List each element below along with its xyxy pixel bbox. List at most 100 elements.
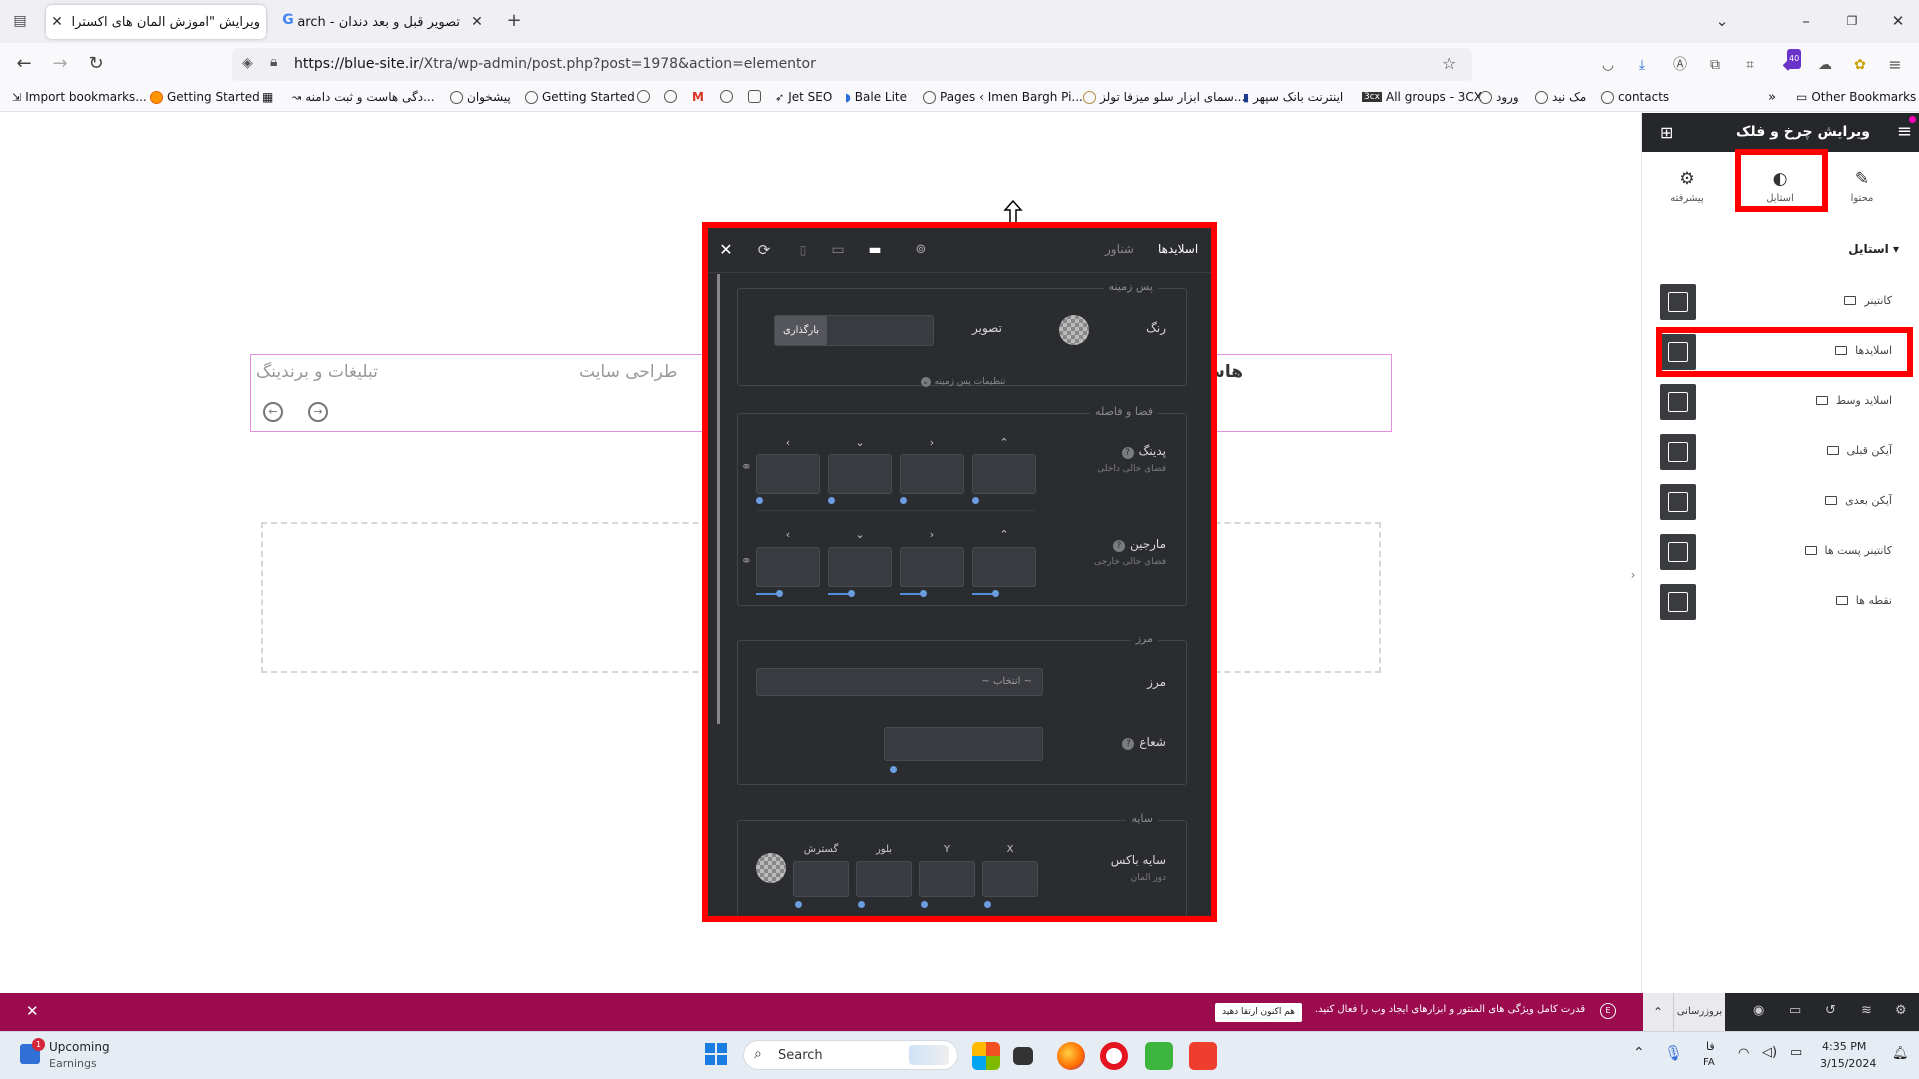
bookmark-contacts[interactable]: contacts [1601, 90, 1669, 104]
edit-style-button[interactable] [1660, 484, 1696, 520]
bookmark-jet-seo[interactable]: ➶ Jet SEO [775, 90, 832, 104]
slider-knob[interactable] [848, 590, 855, 597]
margin-left-slider[interactable] [756, 590, 783, 597]
edit-style-button[interactable] [1660, 384, 1696, 420]
bookmark-calendar[interactable]: ▦ [262, 90, 273, 104]
navigator-layers-icon[interactable]: ≋ [1861, 1003, 1872, 1018]
bookmark-globe-2[interactable] [664, 90, 677, 103]
close-tab-icon[interactable]: ✕ [46, 14, 68, 30]
new-tab-icon[interactable]: + [502, 10, 526, 34]
upload-button[interactable]: بارگذاری [775, 316, 827, 345]
color-picker[interactable] [1059, 315, 1089, 345]
slider-knob[interactable] [992, 590, 999, 597]
tab-google-search[interactable]: G تصویر قبل و بعد دندان - Search ✕ [278, 5, 488, 39]
url-text[interactable]: https://blue-site.ir/Xtra/wp-admin/post.… [294, 56, 816, 72]
bookmark-pages[interactable]: Pages ‹ Imen Bargh Pi... [923, 90, 1083, 104]
account-icon[interactable]: Ⓐ [1670, 55, 1690, 75]
shadow-color-picker[interactable] [756, 853, 786, 883]
minimize-icon[interactable]: – [1794, 10, 1818, 34]
tab-slides[interactable]: اسلایدها [1158, 242, 1198, 256]
more-bookmarks-chevron-icon[interactable]: » [1768, 90, 1776, 105]
border-style-select[interactable]: ~ انتخاب ~ [756, 668, 1043, 696]
tab-advanced[interactable]: ⚙ پیشرفته [1650, 163, 1724, 223]
background-settings-toggle[interactable]: ⌄ تنظیمات پس زمینه [738, 377, 1188, 387]
slider-knob[interactable] [828, 497, 835, 504]
bookmark-mac[interactable]: مک نید [1535, 90, 1586, 104]
bookmark-gmail[interactable]: M [692, 90, 704, 104]
bookmark-getting-started[interactable]: Getting Started [150, 90, 260, 104]
link-icon[interactable]: ⚭ [741, 460, 752, 475]
addon-icon[interactable]: ✿ [1850, 55, 1870, 75]
chevron-up-icon[interactable]: ⌃ [1643, 993, 1673, 1031]
scrollbar[interactable] [717, 274, 720, 724]
style-section-toggle[interactable]: استایل ▾ [1848, 242, 1899, 256]
tab-content[interactable]: ✎ محتوا [1825, 163, 1899, 223]
bookmark-globe-1[interactable] [637, 90, 650, 103]
wifi-icon[interactable]: ◠ [1738, 1046, 1749, 1061]
bookmark-bale-lite[interactable]: ◗ Bale Lite [845, 90, 907, 104]
hamburger-menu-icon[interactable]: ≡ [1897, 121, 1912, 142]
back-icon[interactable]: ← [12, 53, 36, 77]
bookmark-sepah-bank[interactable]: ▮ اینترنت بانک سپهر [1243, 90, 1343, 104]
help-icon[interactable]: ? [1121, 447, 1134, 459]
tray-chevron-up-icon[interactable]: ⌃ [1633, 1045, 1645, 1061]
spread-input[interactable] [793, 861, 849, 897]
image-url-input[interactable]: بارگذاری [774, 315, 934, 346]
padding-left-input[interactable] [756, 454, 820, 494]
edit-style-button[interactable] [1660, 584, 1696, 620]
edit-style-button[interactable] [1660, 434, 1696, 470]
edit-style-button[interactable] [1660, 284, 1696, 320]
bookmark-star-icon[interactable]: ☆ [1442, 54, 1456, 73]
slider-knob[interactable] [858, 901, 865, 908]
bookmark-dashboard[interactable]: پیشخوان [450, 90, 511, 104]
style-item-dots[interactable]: نقطه ها [1660, 584, 1912, 620]
red-app-icon[interactable] [1189, 1042, 1217, 1070]
upgrade-now-button[interactable]: هم اکنون ارتقا دهید [1215, 1003, 1302, 1022]
shield-icon[interactable]: ◈ [242, 55, 253, 71]
mobile-icon[interactable]: ▯ [793, 240, 813, 260]
battery-icon[interactable]: ▭ [1790, 1045, 1802, 1060]
collapse-panel-icon[interactable]: › [1625, 560, 1641, 590]
other-bookmarks[interactable]: ▭ Other Bookmarks [1796, 90, 1916, 104]
margin-top-input[interactable] [972, 547, 1036, 587]
help-icon[interactable]: ? [1122, 738, 1135, 750]
style-item-container[interactable]: کانتینر [1660, 284, 1912, 320]
margin-bottom-slider[interactable] [828, 590, 855, 597]
style-item-next-icon[interactable]: آیکن بعدی [1660, 484, 1912, 520]
forward-icon[interactable]: → [48, 53, 72, 77]
y-input[interactable] [919, 861, 975, 897]
restore-icon[interactable]: ❐ [1840, 10, 1864, 34]
vpn-icon[interactable]: ☁ [1815, 55, 1835, 75]
tab-hover[interactable]: شناور [1105, 242, 1134, 256]
next-arrow-icon[interactable]: → [308, 402, 328, 422]
volume-icon[interactable]: ◁) [1762, 1045, 1777, 1060]
padding-bottom-input[interactable] [828, 454, 892, 494]
radius-input[interactable] [884, 727, 1043, 761]
stocks-widget-icon[interactable]: 1 [20, 1038, 45, 1064]
slider-knob[interactable] [776, 590, 783, 597]
bookmark-getting-started-2[interactable]: Getting Started [525, 90, 635, 104]
language-indicator[interactable]: فا [1706, 1040, 1715, 1053]
list-all-tabs-icon[interactable]: ⌄ [1710, 10, 1734, 34]
style-item-posts-container[interactable]: کانتینر پست ها [1660, 534, 1912, 570]
padding-top-input[interactable] [972, 454, 1036, 494]
notification-bell-icon[interactable]: 🔔︎ [1892, 1046, 1909, 1061]
lock-icon[interactable]: 🔒︎ [270, 54, 277, 70]
margin-top-slider[interactable] [972, 590, 999, 597]
prev-arrow-icon[interactable]: ← [263, 402, 283, 422]
bookmark-login[interactable]: ورود [1479, 90, 1519, 104]
slider-knob[interactable] [972, 497, 979, 504]
margin-bottom-input[interactable] [828, 547, 892, 587]
close-notification-icon[interactable]: ✕ [26, 1002, 39, 1020]
margin-right-input[interactable] [900, 547, 964, 587]
bookmark-globe-3[interactable] [720, 90, 733, 103]
settings-gear-icon[interactable]: ⚙ [1895, 1003, 1907, 1018]
close-icon[interactable]: ✕ [716, 240, 736, 260]
close-window-icon[interactable]: ✕ [1886, 10, 1910, 34]
style-item-prev-icon[interactable]: آیکن قبلی [1660, 434, 1912, 470]
style-item-center-slide[interactable]: اسلاید وسط [1660, 384, 1912, 420]
reset-icon[interactable]: ⟳ [754, 240, 774, 260]
menu-icon[interactable]: ≡ [1885, 55, 1905, 75]
hover-toggle-icon[interactable]: ⊚ [911, 240, 931, 260]
link-icon[interactable]: ⚭ [741, 554, 752, 569]
